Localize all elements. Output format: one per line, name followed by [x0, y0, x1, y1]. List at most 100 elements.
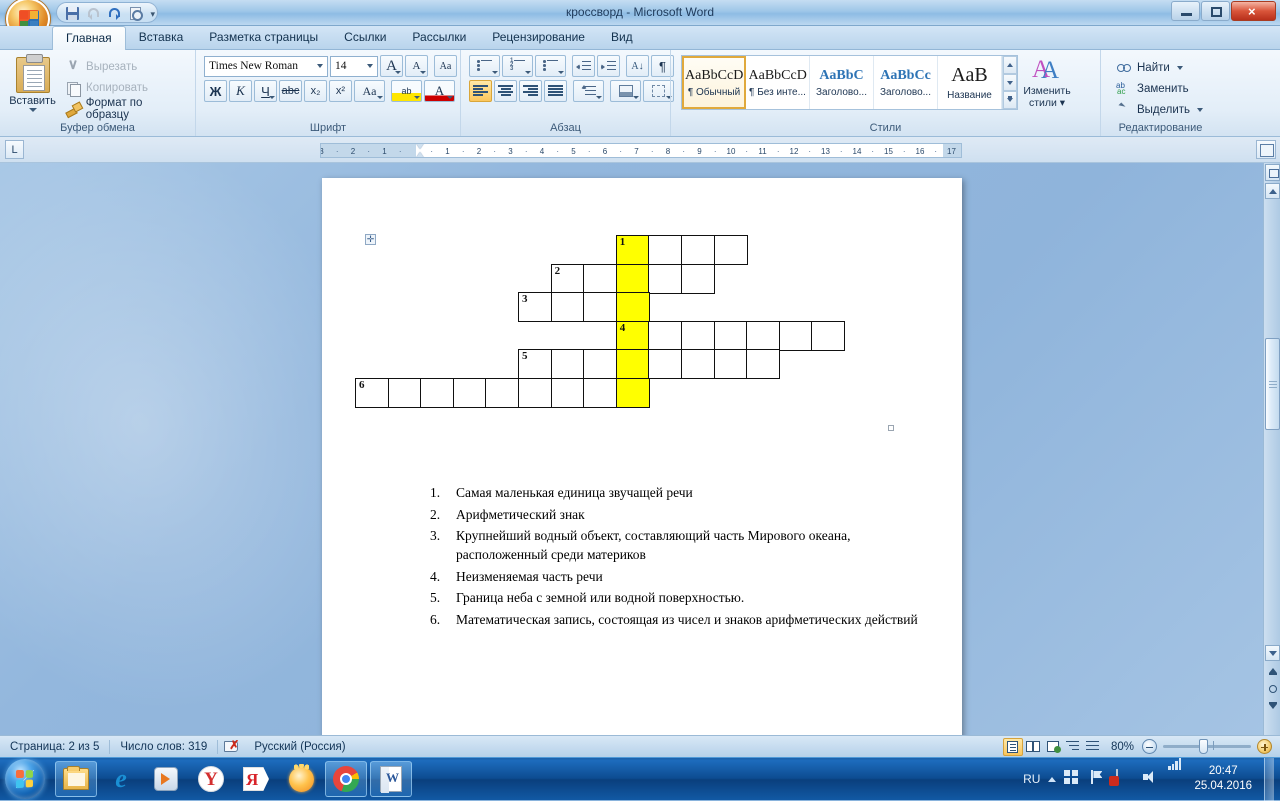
sort-button[interactable]: A↓: [626, 55, 649, 77]
crossword-cell[interactable]: 3: [518, 292, 552, 323]
select-button[interactable]: Выделить: [1111, 99, 1208, 120]
crossword-cell[interactable]: [583, 378, 618, 408]
taskbar-item-chrome[interactable]: [325, 761, 367, 797]
zoom-in-button[interactable]: [1257, 739, 1272, 754]
change-styles-button[interactable]: AA Изменить стили ▾: [1018, 55, 1076, 109]
crossword-cell[interactable]: 4: [615, 320, 650, 351]
shading-button[interactable]: [610, 80, 641, 102]
zoom-out-button[interactable]: [1142, 739, 1157, 754]
crossword-cell[interactable]: [811, 320, 846, 351]
crossword-cell[interactable]: [648, 263, 683, 294]
crossword-cell[interactable]: [713, 349, 748, 380]
crossword-cell[interactable]: [648, 235, 683, 265]
ruler-toggle-button[interactable]: [1256, 140, 1276, 159]
bold-button[interactable]: Ж: [204, 80, 227, 102]
crossword-cell[interactable]: [681, 349, 716, 380]
grow-font-button[interactable]: A: [380, 55, 403, 77]
vertical-scrollbar[interactable]: [1263, 163, 1280, 735]
superscript-button[interactable]: x²: [329, 80, 352, 102]
italic-button[interactable]: К: [229, 80, 252, 102]
next-page-button[interactable]: [1265, 698, 1280, 715]
format-painter-button[interactable]: Формат по образцу: [61, 97, 191, 121]
tab-mailings[interactable]: Рассылки: [399, 26, 479, 49]
find-button[interactable]: Найти: [1111, 57, 1188, 78]
crossword-cell[interactable]: [648, 349, 683, 380]
justify-button[interactable]: [544, 80, 567, 102]
style-heading-1[interactable]: AaBbC Заголово...: [810, 56, 874, 109]
crossword-cell[interactable]: [583, 292, 618, 323]
taskbar-item-explorer[interactable]: [55, 761, 97, 797]
styles-scroll-down-button[interactable]: [1003, 73, 1017, 92]
text-highlight-button[interactable]: ab: [391, 80, 422, 102]
taskbar-item-yandex-browser[interactable]: [190, 761, 232, 797]
tab-page-layout[interactable]: Разметка страницы: [196, 26, 331, 49]
view-outline-button[interactable]: [1063, 738, 1083, 756]
clear-formatting-button[interactable]: Aa: [434, 55, 457, 77]
copy-button[interactable]: Копировать: [61, 78, 191, 98]
crossword-cell[interactable]: [550, 378, 585, 408]
tab-stop-selector[interactable]: L: [5, 140, 24, 159]
crossword-cell[interactable]: [615, 378, 650, 408]
document-page[interactable]: ✛ 1 2 3 4 5 6 1. Самая маленькая единица звуча…: [322, 178, 962, 735]
language-indicator[interactable]: RU: [1023, 772, 1040, 786]
tray-network-icon[interactable]: [1168, 758, 1186, 788]
tray-action-center-icon[interactable]: [1116, 769, 1134, 788]
bullets-button[interactable]: [469, 55, 500, 77]
styles-more-button[interactable]: [1003, 91, 1017, 110]
paste-button[interactable]: Вставить: [4, 54, 61, 112]
align-center-button[interactable]: [494, 80, 517, 102]
close-button[interactable]: ×: [1231, 1, 1276, 21]
start-button[interactable]: [5, 759, 45, 799]
view-draft-button[interactable]: [1083, 738, 1103, 756]
line-spacing-button[interactable]: [573, 80, 604, 102]
tray-volume-icon[interactable]: [1142, 770, 1160, 788]
crossword-cell[interactable]: [518, 378, 553, 408]
crossword-cell[interactable]: [648, 320, 683, 351]
strikethrough-button[interactable]: abc: [279, 80, 302, 102]
crossword-cell[interactable]: [550, 292, 585, 323]
clock[interactable]: 20:47 25.04.2016: [1194, 764, 1256, 794]
horizontal-ruler[interactable]: 3 · 2 · 1 · 1 · 2 · 3 · 4 · 5 · 6 · 7 · 8 · 9 · 10 · 11 · 12 · 13 · 14 · 1…: [320, 143, 962, 158]
replace-button[interactable]: Заменить: [1111, 78, 1194, 99]
crossword-cell[interactable]: [387, 378, 422, 408]
style-no-spacing[interactable]: AaBbCcDc ¶ Без инте...: [746, 56, 810, 109]
style-heading-2[interactable]: AaBbCc Заголово...: [874, 56, 938, 109]
scrollbar-thumb[interactable]: [1265, 338, 1280, 430]
page-number-status[interactable]: Страница: 2 из 5: [0, 738, 109, 756]
table-resize-handle[interactable]: [888, 425, 894, 431]
shrink-font-button[interactable]: A: [405, 55, 428, 77]
previous-page-button[interactable]: [1265, 662, 1280, 679]
crossword-cell[interactable]: [713, 235, 748, 265]
proofing-status-button[interactable]: ✗: [218, 739, 244, 752]
taskbar-item-word[interactable]: [370, 761, 412, 797]
crossword-cell[interactable]: [615, 349, 650, 380]
crossword-cell[interactable]: [746, 349, 781, 380]
crossword-cell[interactable]: 5: [518, 349, 552, 380]
tab-view[interactable]: Вид: [598, 26, 646, 49]
decrease-indent-button[interactable]: [572, 55, 595, 77]
language-status[interactable]: Русский (Россия): [244, 738, 355, 756]
view-web-layout-button[interactable]: [1043, 738, 1063, 756]
crossword-cell[interactable]: [615, 292, 650, 323]
crossword-cell[interactable]: 6: [355, 378, 389, 408]
tray-windows-icon[interactable]: [1064, 770, 1082, 788]
crossword-cell[interactable]: [550, 349, 585, 380]
crossword-cell[interactable]: [681, 263, 716, 294]
restore-button[interactable]: [1201, 1, 1230, 21]
zoom-percent-label[interactable]: 80%: [1103, 741, 1142, 753]
crossword-cell[interactable]: [746, 320, 781, 351]
crossword-cell[interactable]: [681, 235, 716, 265]
font-size-combo[interactable]: 14: [330, 55, 378, 77]
styles-scroll-up-button[interactable]: [1003, 56, 1017, 74]
select-browse-object-button[interactable]: [1265, 680, 1280, 697]
zoom-slider-thumb[interactable]: [1199, 739, 1208, 754]
minimize-button[interactable]: [1171, 1, 1200, 21]
show-desktop-button[interactable]: [1264, 757, 1274, 801]
crossword-cell[interactable]: 2: [550, 263, 585, 294]
crossword-cell[interactable]: [420, 378, 455, 408]
zoom-slider-track[interactable]: [1163, 739, 1251, 754]
tray-flag-icon[interactable]: [1090, 770, 1108, 788]
table-move-handle[interactable]: ✛: [365, 234, 376, 245]
tab-review[interactable]: Рецензирование: [479, 26, 598, 49]
crossword-cell[interactable]: [615, 263, 650, 294]
